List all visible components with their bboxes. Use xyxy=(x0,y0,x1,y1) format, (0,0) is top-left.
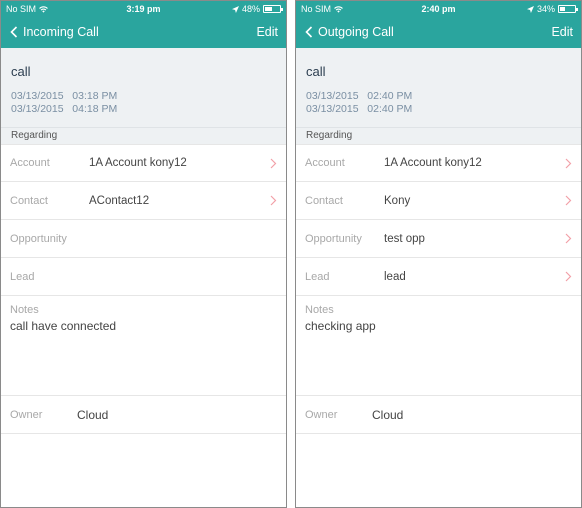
chevron-left-icon xyxy=(305,26,313,38)
notes-label: Notes xyxy=(10,304,39,316)
back-label: Outgoing Call xyxy=(318,25,394,39)
account-row[interactable]: Account 1A Account kony12 xyxy=(296,144,581,182)
lead-value: lead xyxy=(384,270,406,283)
battery-icon xyxy=(558,5,578,13)
regarding-header: Regarding xyxy=(1,127,286,144)
opportunity-row[interactable]: Opportunity test opp xyxy=(296,220,581,258)
contact-row[interactable]: Contact AContact12 xyxy=(1,182,286,220)
contact-value: AContact12 xyxy=(89,194,150,207)
notes-section: Notes checking app xyxy=(296,296,581,396)
back-button[interactable]: Incoming Call xyxy=(10,25,99,39)
notes-value: checking app xyxy=(305,319,376,333)
status-right: 48% xyxy=(231,4,283,14)
activity-summary: call 03/13/2015 03:18 PM 03/13/2015 04:1… xyxy=(1,48,286,127)
chevron-right-icon xyxy=(565,195,572,206)
chevron-right-icon xyxy=(565,158,572,169)
chevron-right-icon xyxy=(565,233,572,244)
contact-row[interactable]: Contact Kony xyxy=(296,182,581,220)
owner-value: Cloud xyxy=(77,407,109,422)
contact-label: Contact xyxy=(10,194,48,207)
notes-label: Notes xyxy=(305,304,334,316)
location-arrow-icon xyxy=(526,5,534,13)
owner-label: Owner xyxy=(10,408,43,421)
chevron-right-icon xyxy=(270,158,277,169)
account-label: Account xyxy=(10,157,50,169)
back-button[interactable]: Outgoing Call xyxy=(305,25,394,39)
activity-subject: call xyxy=(11,64,31,79)
end-datetime: 03/13/2015 04:18 PM xyxy=(11,103,118,115)
battery-percent: 48% xyxy=(241,4,260,14)
opportunity-label: Opportunity xyxy=(10,232,67,245)
opportunity-label: Opportunity xyxy=(305,232,362,245)
owner-row: Owner Cloud xyxy=(1,396,286,434)
start-datetime: 03/13/2015 02:40 PM xyxy=(306,90,413,102)
status-right: 34% xyxy=(526,4,578,14)
lead-label: Lead xyxy=(305,270,330,283)
outgoing-call-screen: No SIM 2:40 pm 34% Outgoing Call Edit ca… xyxy=(295,0,582,508)
edit-button[interactable]: Edit xyxy=(551,25,573,39)
lead-row[interactable]: Lead xyxy=(1,258,286,296)
battery-fill xyxy=(560,7,565,11)
owner-value: Cloud xyxy=(372,407,404,422)
back-label: Incoming Call xyxy=(23,25,99,39)
opportunity-value: test opp xyxy=(384,232,425,245)
start-datetime: 03/13/2015 03:18 PM xyxy=(11,90,118,102)
owner-row: Owner Cloud xyxy=(296,396,581,434)
chevron-left-icon xyxy=(10,26,18,38)
account-value: 1A Account kony12 xyxy=(89,157,187,169)
contact-value: Kony xyxy=(384,194,411,207)
battery-fill xyxy=(265,7,272,11)
activity-subject: call xyxy=(306,64,326,79)
lead-label: Lead xyxy=(10,270,35,283)
battery-icon xyxy=(263,5,283,13)
notes-value: call have connected xyxy=(10,319,117,333)
opportunity-row[interactable]: Opportunity xyxy=(1,220,286,258)
regarding-header: Regarding xyxy=(296,127,581,144)
chevron-right-icon xyxy=(270,195,277,206)
battery-percent: 34% xyxy=(536,4,555,14)
activity-summary: call 03/13/2015 02:40 PM 03/13/2015 02:4… xyxy=(296,48,581,127)
status-bar: No SIM 2:40 pm 34% xyxy=(296,1,581,18)
account-value: 1A Account kony12 xyxy=(384,157,482,169)
contact-label: Contact xyxy=(305,194,343,207)
account-row[interactable]: Account 1A Account kony12 xyxy=(1,144,286,182)
nav-bar: Incoming Call Edit xyxy=(1,18,286,48)
account-label: Account xyxy=(305,157,345,169)
end-datetime: 03/13/2015 02:40 PM xyxy=(306,103,413,115)
owner-label: Owner xyxy=(305,408,338,421)
nav-bar: Outgoing Call Edit xyxy=(296,18,581,48)
location-arrow-icon xyxy=(231,5,239,13)
status-bar: No SIM 3:19 pm 48% xyxy=(1,1,286,18)
chevron-right-icon xyxy=(565,271,572,282)
edit-button[interactable]: Edit xyxy=(256,25,278,39)
notes-section: Notes call have connected xyxy=(1,296,286,396)
lead-row[interactable]: Lead lead xyxy=(296,258,581,296)
incoming-call-screen: No SIM 3:19 pm 48% Incoming Call Edit ca… xyxy=(0,0,287,508)
